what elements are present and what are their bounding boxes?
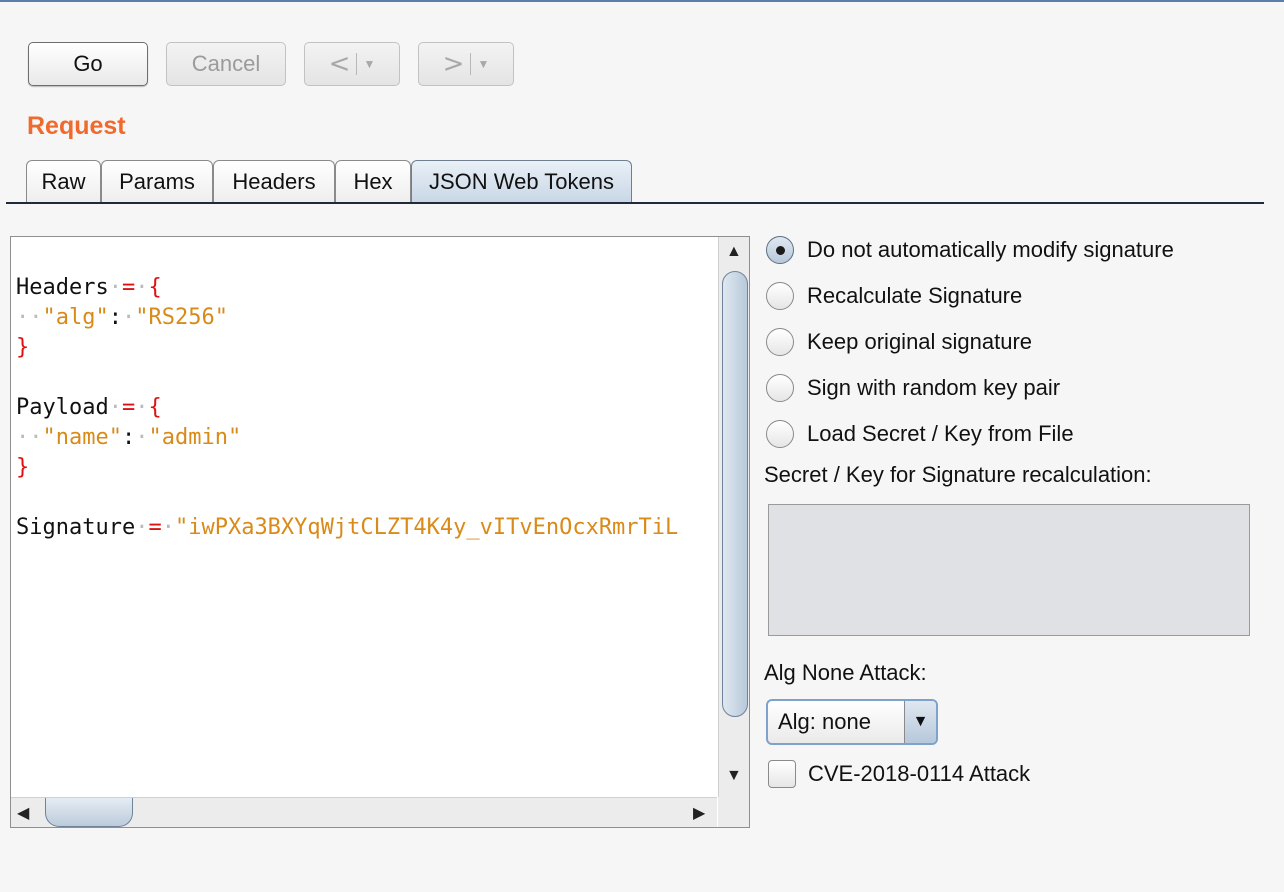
open-brace: {	[148, 275, 162, 300]
option-keep-original[interactable]: Keep original signature	[766, 326, 1032, 358]
chevron-down-icon[interactable]: ▼	[904, 701, 936, 743]
back-button[interactable]: < ▼	[304, 42, 400, 86]
headers-key: Headers	[16, 275, 109, 300]
equals-sign: =	[121, 395, 136, 420]
go-label: Go	[73, 51, 103, 76]
jwt-editor[interactable]: Headers·=·{ ··"alg":·"RS256" } Payload·=…	[10, 236, 750, 828]
alg-none-label: Alg None Attack:	[764, 660, 927, 685]
radio-button[interactable]	[766, 374, 794, 402]
cve-label: CVE-2018-0114 Attack	[808, 761, 1031, 786]
forward-dropdown-icon[interactable]: ▼	[477, 57, 489, 71]
tab-hex[interactable]: Hex	[335, 160, 411, 202]
forward-button[interactable]: > ▼	[418, 42, 514, 86]
open-brace: {	[148, 395, 162, 420]
tab-label: Headers	[232, 168, 316, 194]
tab-json-web-tokens[interactable]: JSON Web Tokens	[411, 160, 632, 202]
tab-label: Params	[119, 168, 195, 194]
cve-checkbox[interactable]	[768, 760, 796, 788]
scroll-up-icon[interactable]: ▲	[726, 243, 742, 261]
scroll-left-icon[interactable]: ◀	[17, 803, 29, 823]
back-arrow-icon: <	[328, 49, 351, 79]
tab-label: Hex	[353, 168, 393, 194]
tab-divider	[6, 202, 1264, 204]
close-brace: }	[16, 455, 30, 480]
tab-params[interactable]: Params	[101, 160, 213, 202]
scroll-corner	[718, 797, 749, 827]
scroll-down-icon[interactable]: ▼	[726, 767, 742, 785]
alg-select-value: Alg: none	[778, 709, 871, 734]
tab-raw[interactable]: Raw	[26, 160, 101, 202]
option-label: Load Secret / Key from File	[807, 421, 1074, 446]
indent-marker: ··	[16, 425, 43, 450]
alg-value: "RS256"	[135, 305, 228, 330]
radio-button[interactable]	[766, 282, 794, 310]
option-label: Do not automatically modify signature	[807, 237, 1174, 262]
equals-sign: =	[121, 275, 136, 300]
indent-marker: ··	[16, 305, 43, 330]
close-brace: }	[16, 335, 30, 360]
request-title: Request	[27, 112, 126, 140]
whitespace-marker: ·	[135, 395, 149, 420]
option-label: Sign with random key pair	[807, 375, 1061, 400]
signature-value: "iwPXa3BXYqWjtCLZT4K4y_vITvEnOcxRmrTiL	[174, 515, 679, 540]
whitespace-marker: ·	[135, 275, 149, 300]
name-key: "name"	[42, 425, 122, 450]
payload-key: Payload	[16, 395, 109, 420]
option-label: Recalculate Signature	[807, 283, 1023, 308]
option-recalculate[interactable]: Recalculate Signature	[766, 280, 1022, 312]
alg-key: "alg"	[42, 305, 109, 330]
tab-label: JSON Web Tokens	[428, 168, 615, 194]
secret-key-input[interactable]	[768, 504, 1250, 636]
cve-attack-option[interactable]: CVE-2018-0114 Attack	[768, 758, 1030, 790]
equals-sign: =	[148, 515, 162, 540]
go-button[interactable]: Go	[28, 42, 148, 86]
whitespace-marker: ·	[135, 515, 149, 540]
colon: :	[121, 425, 136, 450]
option-load-secret-from-file[interactable]: Load Secret / Key from File	[766, 418, 1074, 450]
option-random-key-pair[interactable]: Sign with random key pair	[766, 372, 1060, 404]
cancel-button[interactable]: Cancel	[166, 42, 286, 86]
forward-arrow-icon: >	[442, 49, 465, 79]
vertical-scrollbar[interactable]: ▲ ▼	[718, 237, 749, 797]
back-separator	[356, 53, 358, 75]
jwt-code[interactable]: Headers·=·{ ··"alg":·"RS256" } Payload·=…	[16, 243, 716, 783]
vertical-scroll-thumb[interactable]	[722, 271, 748, 717]
back-dropdown-icon[interactable]: ▼	[363, 57, 375, 71]
radio-button[interactable]	[766, 328, 794, 356]
horizontal-scroll-thumb[interactable]	[45, 798, 133, 827]
option-label: Keep original signature	[807, 329, 1033, 354]
tab-label: Raw	[41, 168, 86, 194]
scroll-right-icon[interactable]: ▶	[693, 803, 705, 823]
signature-key: Signature	[16, 515, 136, 540]
cancel-label: Cancel	[191, 51, 261, 76]
option-do-not-modify[interactable]: Do not automatically modify signature	[766, 234, 1174, 266]
whitespace-marker: ·	[121, 305, 136, 330]
tab-headers[interactable]: Headers	[213, 160, 335, 202]
horizontal-scrollbar[interactable]: ◀ ▶	[11, 797, 717, 827]
secret-key-label: Secret / Key for Signature recalculation…	[764, 462, 1152, 487]
colon: :	[108, 305, 122, 330]
alg-none-select[interactable]: Alg: none ▼	[766, 699, 938, 745]
whitespace-marker: ·	[161, 515, 175, 540]
whitespace-marker: ·	[108, 395, 122, 420]
whitespace-marker: ·	[135, 425, 149, 450]
whitespace-marker: ·	[108, 275, 122, 300]
radio-button[interactable]	[766, 236, 794, 264]
name-value: "admin"	[148, 425, 242, 450]
forward-separator	[470, 53, 472, 75]
radio-button[interactable]	[766, 420, 794, 448]
